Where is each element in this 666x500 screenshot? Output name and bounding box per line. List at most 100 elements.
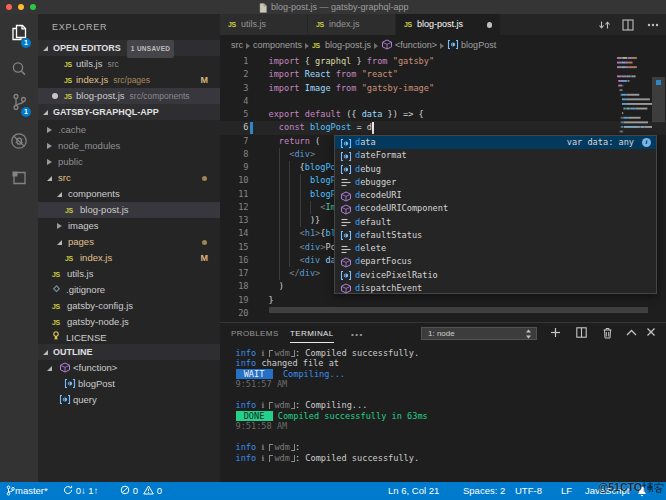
minimize-window-button[interactable] (18, 4, 24, 10)
suggest-item-default[interactable]: default (335, 216, 656, 229)
suggest-item-dateFormat[interactable]: dateFormat (335, 149, 656, 162)
suggest-label: dispatchEvent (355, 282, 422, 295)
terminal-text: 9:51:58 AM (236, 421, 288, 431)
suggest-label: defaultStatus (355, 229, 422, 242)
code-token: { (305, 56, 315, 66)
close-panel-icon[interactable] (646, 327, 656, 337)
suggest-label: delete (355, 242, 386, 255)
suggest-item-departFocus[interactable]: departFocus (335, 255, 656, 268)
suggest-item-dispatchEvent[interactable]: dispatchEvent (335, 282, 656, 295)
tab-problems[interactable]: PROBLEMS (231, 327, 279, 341)
suggest-item-defaultStatus[interactable]: defaultStatus (335, 229, 656, 242)
editor-horizontal-scrollbar[interactable] (269, 307, 648, 313)
indentation-status[interactable]: Spaces: 2 (463, 482, 505, 500)
section-open-editors[interactable]: OPEN EDITORS1 UNSAVED (38, 40, 220, 56)
encoding-status[interactable]: UTF-8 (515, 482, 542, 500)
line-number: 6 (220, 121, 249, 134)
breadcrumb-item[interactable]: src (231, 35, 243, 55)
code-token (269, 149, 290, 159)
tree-item-.cache[interactable]: .cache (38, 122, 220, 138)
open-changes-icon[interactable] (598, 19, 611, 31)
tree-item-public[interactable]: public (38, 154, 220, 170)
tab-terminal[interactable]: TERMINAL (290, 327, 334, 343)
tree-item-nodemodules[interactable]: node_modules (38, 138, 220, 154)
panel-more-tabs-icon[interactable]: ••• (351, 330, 364, 339)
editor-tab-index.js[interactable]: JSindex.js (308, 14, 396, 35)
breadcrumb-item[interactable]: components (253, 35, 302, 55)
git-branch-status[interactable]: master* (6, 482, 48, 500)
code-token: div (300, 268, 316, 278)
code-text: </div> (269, 267, 321, 280)
tree-item-pages[interactable]: pages (38, 234, 220, 250)
suggest-item-decodeURI[interactable]: decodeURI (335, 189, 656, 202)
zoom-window-button[interactable] (30, 4, 36, 10)
js-file-icon: JS (65, 203, 77, 219)
suggest-item-data[interactable]: datavar data: anyi (335, 136, 656, 149)
terminal-text: info (236, 400, 262, 410)
editor-tab-blog-post.js[interactable]: JSblog-post.js (396, 14, 501, 35)
terminal-text: Compiled successfully in 63ms (273, 411, 428, 421)
breadcrumb-item[interactable]: <function> (381, 35, 437, 55)
suggest-info-icon[interactable]: i (642, 138, 651, 147)
kill-terminal-icon[interactable] (602, 327, 613, 339)
js-file-icon: JS (65, 251, 77, 267)
open-editor-item[interactable]: JSblog-post.jssrc/components (38, 88, 220, 104)
tree-item-gatsby-node.js[interactable]: JSgatsby-node.js (38, 314, 220, 330)
tab-dirty-indicator[interactable] (487, 22, 493, 28)
activity-bar-item-extensions[interactable] (0, 162, 38, 198)
outline-item-blogPost[interactable]: blogPost (38, 376, 220, 392)
section-project[interactable]: GATSBY-GRAPHQL-APP (38, 104, 220, 120)
suggest-label: departFocus (355, 255, 412, 268)
tree-item-src[interactable]: src (38, 170, 220, 186)
breadcrumb-item[interactable]: JSblog-post.js (312, 35, 371, 56)
activity-bar-item-debug[interactable] (0, 125, 38, 161)
line-number: 14 (220, 227, 249, 240)
problems-status[interactable]: 0 0 (120, 482, 162, 500)
maximize-panel-icon[interactable] (626, 329, 637, 336)
editor-tab-utils.js[interactable]: JSutils.js (220, 14, 308, 35)
new-terminal-icon[interactable] (550, 327, 561, 338)
tree-item-blog-post.js[interactable]: JSblog-post.js (38, 202, 220, 218)
suggest-label-rest: ebugger (360, 177, 396, 187)
suggest-item-debugger[interactable]: debugger (335, 176, 656, 189)
more-actions-icon[interactable] (647, 23, 659, 27)
tree-item-components[interactable]: components (38, 186, 220, 202)
code-line-3: 3import Image from "gatsby-image" (220, 82, 666, 95)
terminal-picker-dropdown[interactable]: 1: node (421, 327, 537, 340)
suggest-item-debug[interactable]: debug (335, 163, 656, 176)
close-window-button[interactable] (6, 4, 12, 10)
open-editor-item[interactable]: JSutils.jssrc (38, 56, 220, 72)
tree-label: gatsby-config.js (67, 298, 133, 314)
activity-bar-item-search[interactable] (0, 53, 38, 89)
cursor-position-status[interactable]: Ln 6, Col 21 (388, 482, 439, 500)
suggest-method-icon (340, 257, 351, 268)
split-terminal-icon[interactable] (576, 327, 587, 338)
activity-bar-item-explorer[interactable]: 1 (0, 17, 38, 53)
suggest-label: decodeURI (355, 189, 402, 202)
suggest-item-devicePixelRatio[interactable]: devicePixelRatio (335, 269, 656, 282)
tree-label: gatsby-node.js (67, 314, 129, 330)
code-token: from (336, 83, 362, 93)
activity-bar-item-source-control[interactable]: 1 (0, 86, 38, 122)
suggest-item-delete[interactable]: delete (335, 242, 656, 255)
twisty-icon (57, 223, 62, 229)
split-editor-icon[interactable] (622, 19, 634, 31)
tree-item-.gitignore[interactable]: .gitignore (38, 282, 220, 298)
tree-item-images[interactable]: images (38, 218, 220, 234)
outline-item-function[interactable]: <function> (38, 360, 220, 376)
tree-item-index.js[interactable]: JSindex.jsM (38, 250, 220, 266)
twisty-icon (57, 192, 62, 197)
sync-icon (63, 485, 73, 495)
section-outline[interactable]: OUTLINE (38, 344, 220, 360)
breadcrumb-item[interactable]: blogPost (447, 35, 496, 55)
eol-status[interactable]: LF (561, 482, 572, 500)
tree-item-gatsby-config.js[interactable]: JSgatsby-config.js (38, 298, 220, 314)
sync-status[interactable]: 0↓ 1↑ (63, 482, 98, 500)
outline-label: blogPost (78, 376, 115, 392)
terminal-line: info ℹ wdm: Compiling... (236, 400, 368, 411)
tree-item-utils.js[interactable]: JSutils.js (38, 266, 220, 282)
open-editor-item[interactable]: JSindex.jssrc/pagesM (38, 72, 220, 88)
outline-item-query[interactable]: query (38, 392, 220, 408)
suggest-item-decodeURIComponent[interactable]: decodeURIComponent (335, 202, 656, 215)
corner-bracket-left (269, 350, 273, 357)
